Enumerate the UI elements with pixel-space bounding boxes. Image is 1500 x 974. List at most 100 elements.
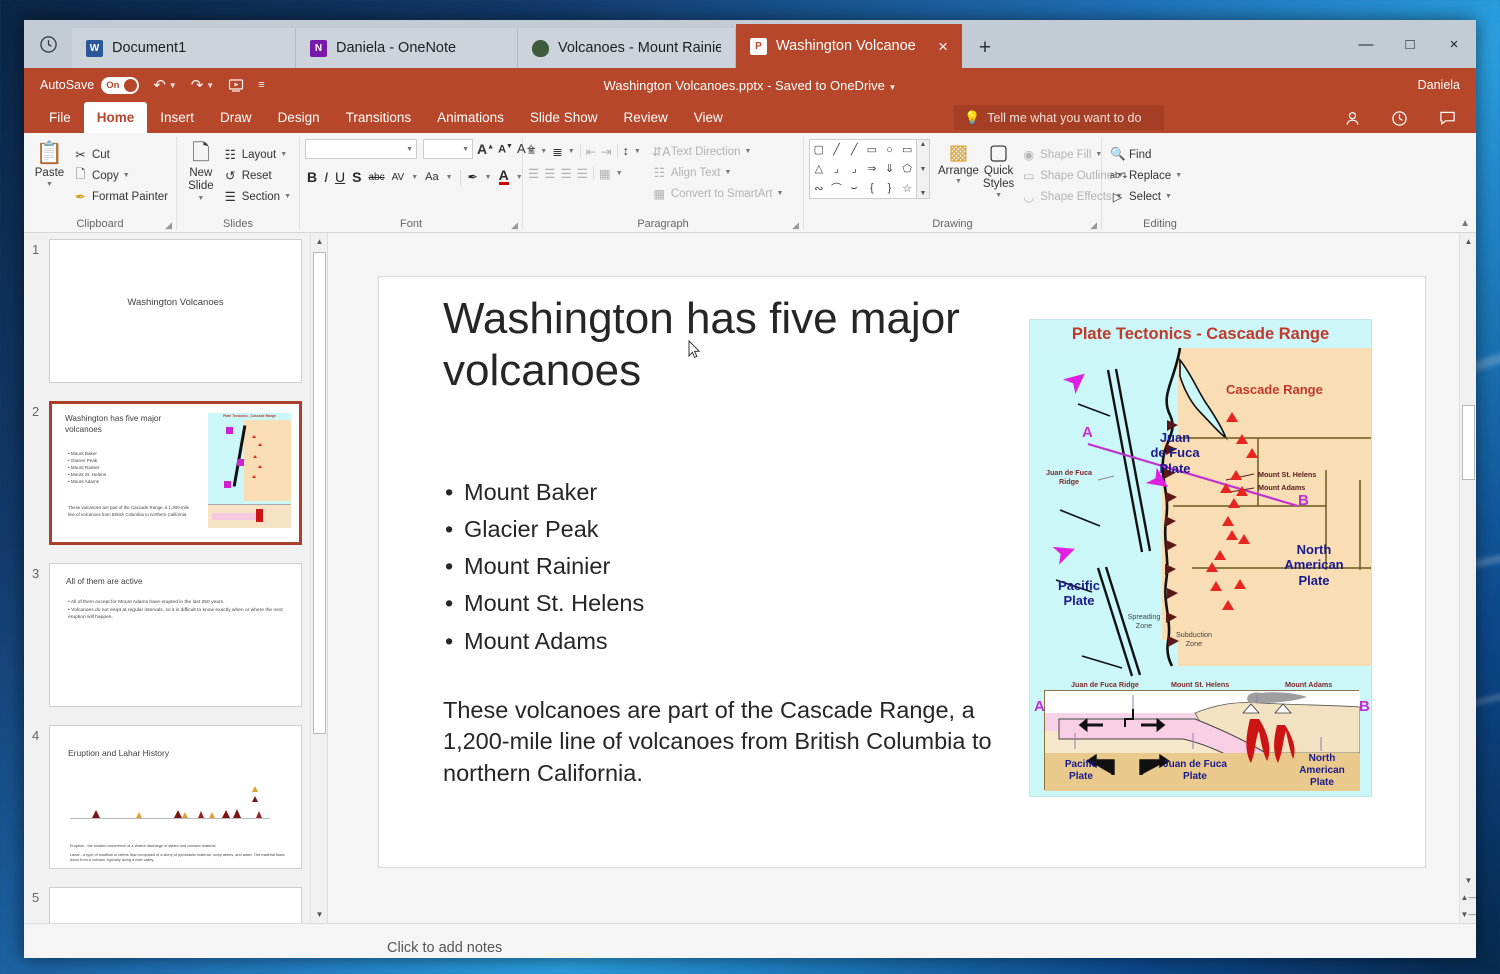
chevron-down-icon[interactable]: ▼ <box>411 174 418 181</box>
slide-paragraph[interactable]: These volcanoes are part of the Cascade … <box>443 695 1003 789</box>
align-text-button[interactable]: ☷ Align Text ▼ <box>649 162 787 183</box>
ribbon-tab-animations[interactable]: Animations <box>424 102 517 133</box>
arc-shape-icon[interactable]: ⌣ <box>851 182 858 195</box>
scroll-up-icon[interactable]: ▲ <box>920 141 927 148</box>
tell-me-search[interactable]: 💡 Tell me what you want to do <box>954 105 1164 130</box>
ribbon-tab-file[interactable]: File <box>36 102 84 133</box>
chevron-down-icon[interactable]: ▼ <box>485 174 492 181</box>
current-slide[interactable]: Washington has five major volcanoes Moun… <box>378 276 1426 868</box>
numbering-icon[interactable]: ≣ <box>552 144 562 159</box>
columns-icon[interactable]: ▦ <box>599 166 611 181</box>
format-painter-button[interactable]: ✒ Format Painter <box>70 186 171 207</box>
quick-styles-button[interactable]: ▢ Quick Styles ▼ <box>983 139 1014 200</box>
taskbar-tab-document1[interactable]: W Document1 <box>72 28 296 68</box>
redo-icon[interactable]: ↷ ▼ <box>191 76 215 94</box>
new-slide-button[interactable]: 🗋 New Slide ▼ <box>182 139 220 203</box>
chevron-down-icon[interactable]: ▼ <box>1175 172 1182 179</box>
chevron-down-icon[interactable]: ▼ <box>280 151 287 158</box>
chevron-down-icon[interactable]: ▼ <box>955 178 962 185</box>
ribbon-tab-design[interactable]: Design <box>265 102 333 133</box>
scroll-down-icon[interactable]: ▼ <box>1460 872 1476 889</box>
change-case-button[interactable]: Aa <box>425 171 438 183</box>
thumbnail-item[interactable]: 1 Washington Volcanoes <box>32 239 327 383</box>
chevron-down-icon[interactable]: ▼ <box>776 190 783 197</box>
slide-bullet-list[interactable]: Mount Baker Glacier Peak Mount Rainier M… <box>443 474 983 660</box>
increase-font-size-button[interactable]: A▲ <box>477 141 494 157</box>
align-center-icon[interactable]: ☰ <box>544 166 555 181</box>
thumbnail-slide-1[interactable]: Washington Volcanoes <box>49 239 302 383</box>
chevron-down-icon[interactable]: ▼ <box>540 148 547 155</box>
text-direction-button[interactable]: ⇵A Text Direction ▼ <box>649 141 787 162</box>
drawing-dialog-launcher-icon[interactable]: ◢ <box>1090 220 1097 231</box>
scrollbar-thumb[interactable] <box>1462 405 1475 480</box>
chevron-down-icon[interactable]: ▼ <box>462 146 469 153</box>
version-history-icon[interactable] <box>1386 106 1412 130</box>
comments-icon[interactable] <box>1434 106 1460 130</box>
slide-thumbnail-pane[interactable]: 1 Washington Volcanoes 2 Washington has … <box>24 233 328 923</box>
freeform-shape-icon[interactable]: ∾ <box>814 182 823 195</box>
layout-button[interactable]: ☷ Layout ▼ <box>220 144 294 165</box>
bold-button[interactable]: B <box>307 169 317 185</box>
font-name-input[interactable]: ▼ <box>305 139 417 159</box>
chevron-down-icon[interactable]: ▼ <box>724 169 731 176</box>
ribbon-tab-review[interactable]: Review <box>610 102 680 133</box>
customize-qat-icon[interactable]: ≡ <box>258 79 264 91</box>
paragraph-dialog-launcher-icon[interactable]: ◢ <box>792 220 799 231</box>
shapes-more-icon[interactable]: ▼ <box>920 190 927 197</box>
italic-button[interactable]: I <box>324 169 328 185</box>
next-slide-icon[interactable]: ▼― <box>1460 906 1476 923</box>
decrease-indent-icon[interactable]: ⇤ <box>586 144 596 159</box>
strikethrough-button[interactable]: abc <box>368 172 384 183</box>
line-shape-icon[interactable]: ╱ <box>833 143 840 156</box>
ribbon-tab-view[interactable]: View <box>681 102 736 133</box>
clock-icon[interactable] <box>24 20 72 68</box>
chevron-down-icon[interactable]: ▼ <box>197 195 204 202</box>
chevron-down-icon[interactable]: ▼ <box>634 148 641 155</box>
chevron-down-icon[interactable]: ▼ <box>744 148 751 155</box>
shapes-gallery-scrollbar[interactable]: ▲ ▼ ▼ <box>917 139 930 199</box>
copy-button[interactable]: 🗋 Copy ▼ <box>70 165 171 186</box>
paste-button[interactable]: 📋 Paste ▼ <box>29 139 70 189</box>
scroll-up-icon[interactable]: ▲ <box>1460 233 1476 250</box>
rounded-rect-shape-icon[interactable]: ▭ <box>902 143 912 156</box>
slide-canvas-scrollbar[interactable]: ▲ ▼ ▲― ▼― <box>1459 233 1476 923</box>
chevron-down-icon[interactable]: ▼ <box>46 181 53 188</box>
chevron-down-icon[interactable]: ▼ <box>206 81 214 90</box>
slide-title[interactable]: Washington has five major volcanoes <box>443 293 1003 398</box>
chevron-down-icon[interactable]: ▼ <box>995 192 1002 199</box>
taskbar-tab-washington-volcanoes[interactable]: P Washington Volcanoe × <box>736 24 962 68</box>
ribbon-tab-transitions[interactable]: Transitions <box>333 102 425 133</box>
triangle-shape-icon[interactable]: △ <box>815 162 823 175</box>
curve-shape-icon[interactable]: ⌒ <box>831 180 842 196</box>
undo-icon[interactable]: ↶ ▼ <box>153 76 177 94</box>
convert-to-smartart-button[interactable]: ▦ Convert to SmartArt ▼ <box>649 183 787 204</box>
rectangle-shape-icon[interactable]: ▭ <box>867 143 877 156</box>
thumbnail-item[interactable]: 4 Eruption and Lahar History Eruption - … <box>32 725 327 869</box>
font-color-button[interactable]: A <box>498 168 509 186</box>
scrollbar-thumb[interactable] <box>313 252 326 734</box>
account-icon[interactable] <box>1339 106 1365 130</box>
ribbon-tab-home[interactable]: Home <box>83 102 148 133</box>
elbow-arrow-shape-icon[interactable]: ⌟ <box>852 162 857 175</box>
ribbon-tab-insert[interactable]: Insert <box>147 102 207 133</box>
right-brace-shape-icon[interactable]: } <box>888 182 892 194</box>
taskbar-tab-onenote[interactable]: N Daniela - OneNote <box>296 28 518 68</box>
notes-pane[interactable]: Click to add notes <box>24 923 1476 958</box>
select-button[interactable]: ▷ Select ▼ <box>1107 186 1185 207</box>
thumbnail-item[interactable]: 5 <box>32 887 327 923</box>
chevron-down-icon[interactable]: ▼ <box>406 146 413 153</box>
increase-indent-icon[interactable]: ⇥ <box>601 144 611 159</box>
pentagon-tag-shape-icon[interactable]: ⬠ <box>902 162 912 175</box>
chevron-down-icon[interactable]: ▼ <box>1165 193 1172 200</box>
thumbnail-item[interactable]: 3 All of them are active • All of them e… <box>32 563 327 707</box>
thumbnail-item[interactable]: 2 Washington has five major volcanoes • … <box>32 401 327 545</box>
clipboard-dialog-launcher-icon[interactable]: ◢ <box>165 220 172 231</box>
chevron-down-icon[interactable]: ▼ <box>123 172 130 179</box>
bullets-icon[interactable]: ≡ <box>528 144 535 158</box>
thumbnail-slide-4[interactable]: Eruption and Lahar History Eruption - th… <box>49 725 302 869</box>
section-button[interactable]: ☰ Section ▼ <box>220 186 294 207</box>
font-size-input[interactable]: ▼ <box>423 139 473 159</box>
arrow-line-shape-icon[interactable]: ╱ <box>851 143 858 156</box>
line-spacing-icon[interactable]: ↕ <box>623 144 629 158</box>
scroll-down-icon[interactable]: ▼ <box>920 166 927 173</box>
